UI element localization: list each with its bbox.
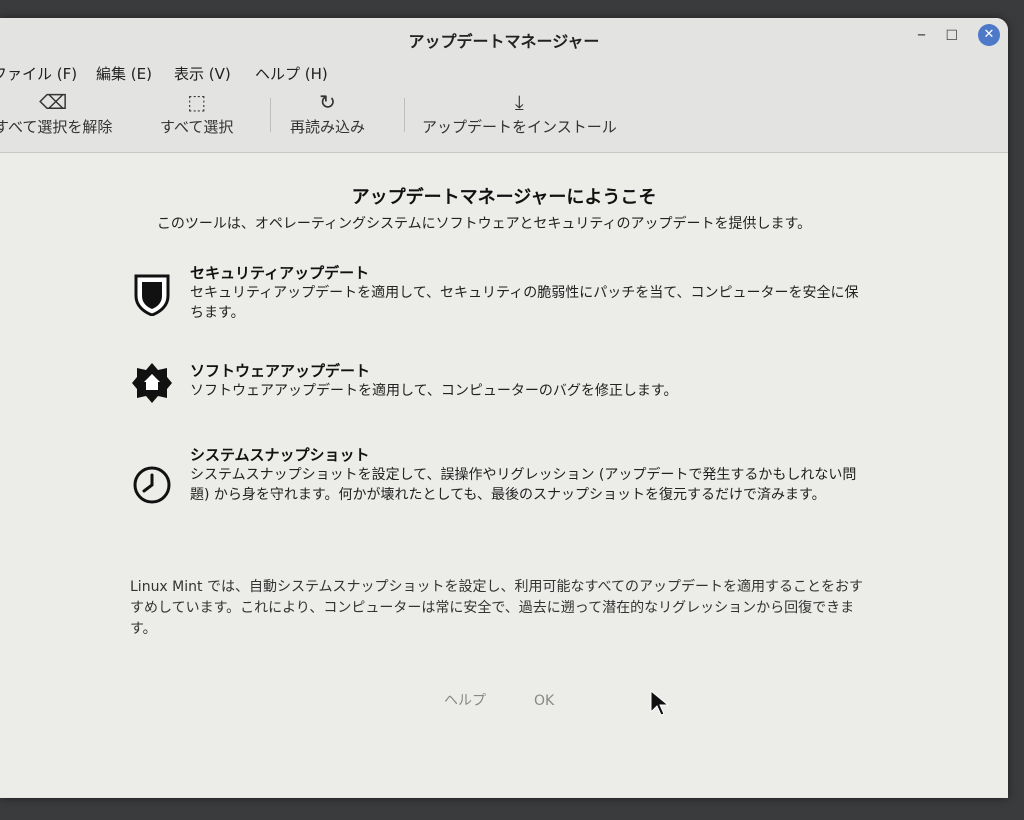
window-title: アップデートマネージャー <box>408 32 600 51</box>
clock-icon <box>130 463 174 507</box>
refresh-label: 再読み込み <box>290 118 366 136</box>
shield-icon <box>130 273 174 317</box>
menu-edit[interactable]: 編集 (E) <box>96 63 152 84</box>
clear-selection-label: すべて選択を解除 <box>0 118 113 136</box>
select-all-button[interactable]: ⬚ すべて選択 <box>160 88 233 137</box>
feature-security-updates: セキュリティアップデート セキュリティアップデートを適用して、セキュリティの脆弱… <box>130 263 870 323</box>
menu-help[interactable]: ヘルプ (H) <box>255 63 328 84</box>
feature-title: セキュリティアップデート <box>190 264 370 282</box>
close-icon[interactable]: ✕ <box>978 24 1000 46</box>
title-bar[interactable]: アップデートマネージャー – ☐ ✕ <box>0 18 1008 58</box>
menu-bar: ファイル (F) 編集 (E) 表示 (V) ヘルプ (H) <box>0 58 1008 86</box>
clear-selection-button[interactable]: ⌫ すべて選択を解除 <box>0 88 112 137</box>
feature-software-updates: ソフトウェアアップデート ソフトウェアアップデートを適用して、コンピューターのバ… <box>130 361 870 403</box>
feature-system-snapshots: システムスナップショット システムスナップショットを設定して、誤操作やリグレッシ… <box>130 445 870 505</box>
menu-file[interactable]: ファイル (F) <box>0 63 77 84</box>
feature-description: セキュリティアップデートを適用して、セキュリティの脆弱性にパッチを当て、コンピュ… <box>190 285 859 321</box>
toolbar-separator <box>404 98 405 132</box>
help-button[interactable]: ヘルプ <box>430 683 500 719</box>
welcome-panel: アップデートマネージャーにようこそ このツールは、オペレーティングシステムにソフ… <box>0 153 1008 797</box>
update-manager-window: アップデートマネージャー – ☐ ✕ ファイル (F) 編集 (E) 表示 (V… <box>0 18 1008 798</box>
select-all-icon: ⬚ <box>187 90 207 114</box>
feature-title: システムスナップショット <box>190 446 370 464</box>
feature-title: ソフトウェアアップデート <box>190 362 371 380</box>
toolbar: ⌫ すべて選択を解除 ⬚ すべて選択 ↻ 再読み込み ⤓ アップデートをインスト… <box>0 86 1008 153</box>
menu-view[interactable]: 表示 (V) <box>174 63 231 84</box>
toolbar-separator <box>270 98 271 132</box>
select-all-label: すべて選択 <box>160 118 234 136</box>
recommendation-note: Linux Mint では、自動システムスナップショットを設定し、利用可能なすべ… <box>130 579 863 637</box>
refresh-button[interactable]: ↻ 再読み込み <box>290 88 365 137</box>
install-updates-button[interactable]: ⤓ アップデートをインストール <box>422 88 617 137</box>
backspace-icon: ⌫ <box>39 90 68 114</box>
install-updates-label: アップデートをインストール <box>422 118 617 136</box>
feature-description: ソフトウェアアップデートを適用して、コンピューターのバグを修正します。 <box>190 383 678 399</box>
feature-description: システムスナップショットを設定して、誤操作やリグレッション (アップデートで発生… <box>190 467 857 503</box>
gear-icon <box>130 361 174 405</box>
page-title: アップデートマネージャーにようこそ <box>351 187 657 208</box>
refresh-icon: ↻ <box>319 90 336 114</box>
page-subtitle: このツールは、オペレーティングシステムにソフトウェアとセキュリティのアップデート… <box>156 216 812 232</box>
download-icon: ⤓ <box>514 90 524 114</box>
mouse-cursor-icon <box>650 690 670 716</box>
maximize-icon[interactable]: ☐ <box>945 28 958 44</box>
ok-button[interactable]: OK <box>520 683 568 719</box>
minimize-icon[interactable]: – <box>917 24 926 45</box>
